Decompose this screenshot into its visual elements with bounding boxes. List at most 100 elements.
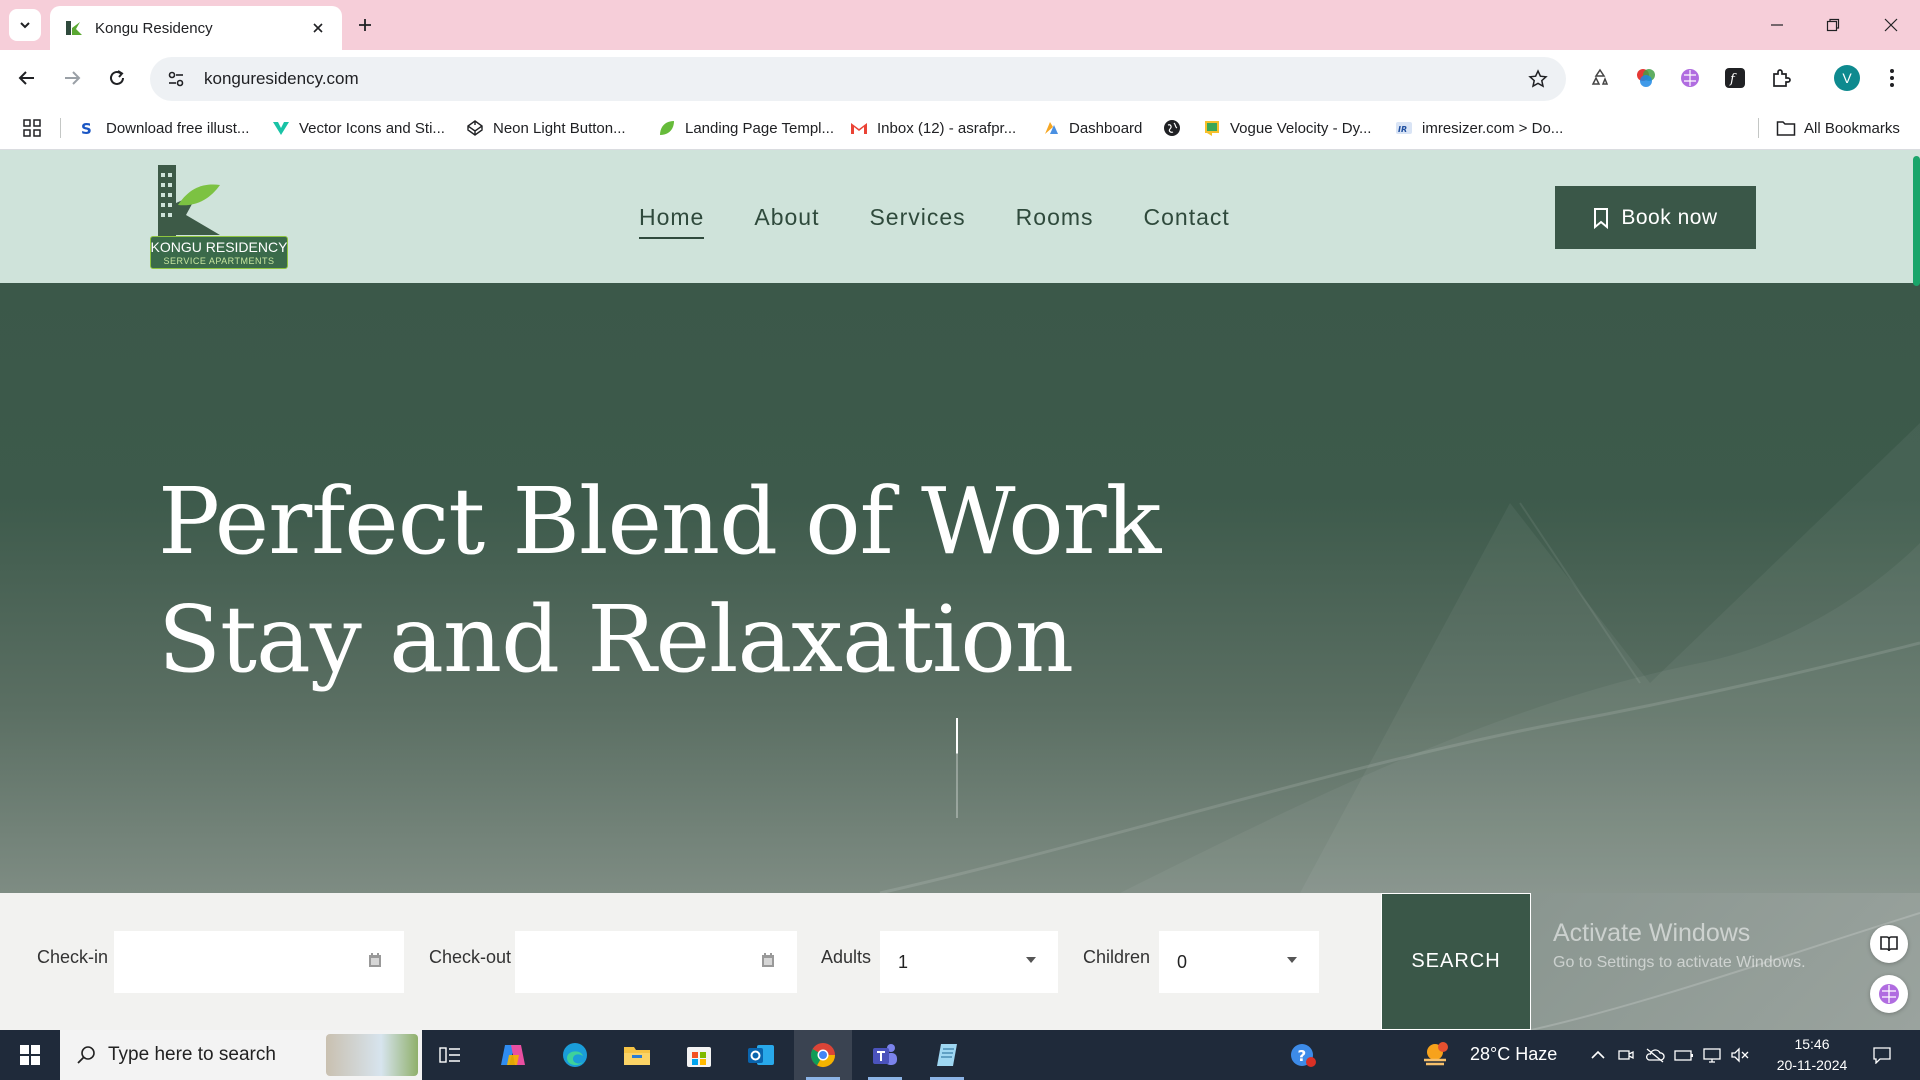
bookmark-label: Dashboard <box>1069 119 1143 137</box>
tray-meet[interactable] <box>1614 1030 1638 1080</box>
address-bar[interactable]: konguresidency.com <box>150 57 1566 101</box>
tab-title: Kongu Residency <box>95 19 213 37</box>
profile-avatar[interactable]: V <box>1834 65 1860 91</box>
windows-logo-icon <box>20 1045 40 1065</box>
taskbar-edge[interactable] <box>546 1030 604 1080</box>
book-now-button[interactable]: Book now <box>1555 186 1756 249</box>
task-view-button[interactable] <box>421 1030 479 1080</box>
nav-contact[interactable]: Contact <box>1144 204 1230 239</box>
taskbar-outlook[interactable] <box>732 1030 790 1080</box>
main-nav: Home About Services Rooms Contact <box>639 204 1230 239</box>
reader-mode-button[interactable] <box>1870 925 1908 963</box>
children-select[interactable]: 0 <box>1159 931 1319 993</box>
bookmark-item[interactable]: Inbox (12) - asrafpr... <box>849 115 1016 141</box>
start-button[interactable] <box>0 1030 60 1080</box>
taskbar-search-box[interactable]: Type here to search <box>60 1030 422 1080</box>
cloud-off-icon <box>1645 1047 1665 1063</box>
bookmark-item[interactable]: IR imresizer.com > Do... <box>1394 115 1563 141</box>
nav-about[interactable]: About <box>754 204 819 239</box>
search-icon <box>76 1045 96 1065</box>
site-favicon-icon <box>64 18 84 38</box>
site-logo[interactable]: KONGU RESIDENCY SERVICE APARTMENTS <box>150 163 288 271</box>
browser-tabstrip: Kongu Residency <box>0 0 1920 50</box>
taskbar-notepad[interactable] <box>918 1030 976 1080</box>
puzzle-icon <box>1770 67 1792 89</box>
folder-icon <box>623 1043 651 1067</box>
taskbar-teams[interactable] <box>856 1030 914 1080</box>
color-wheel-icon <box>1635 67 1657 89</box>
brain-icon <box>1679 67 1701 89</box>
new-tab-button[interactable] <box>352 12 378 38</box>
checkin-field[interactable] <box>114 931 404 993</box>
logo-tagline: SERVICE APARTMENTS <box>163 256 275 266</box>
help-button[interactable]: ? <box>1274 1030 1332 1080</box>
recycle-icon <box>1589 67 1611 89</box>
tray-battery[interactable] <box>1672 1030 1696 1080</box>
taskbar-file-explorer[interactable] <box>608 1030 666 1080</box>
website-viewport: KONGU RESIDENCY SERVICE APARTMENTS Home … <box>0 150 1920 1030</box>
site-info-button[interactable] <box>158 61 194 97</box>
notifications-button[interactable] <box>1858 1030 1906 1080</box>
back-button[interactable] <box>10 61 44 95</box>
bookmark-item[interactable] <box>1162 115 1190 141</box>
taskbar-store[interactable] <box>670 1030 728 1080</box>
brain-icon <box>1877 982 1901 1006</box>
browser-tab[interactable]: Kongu Residency <box>50 6 342 50</box>
book-icon <box>1879 935 1899 953</box>
extensions-button[interactable] <box>1767 64 1795 92</box>
minimize-button[interactable] <box>1762 10 1792 40</box>
nav-rooms[interactable]: Rooms <box>1016 204 1094 239</box>
bookmark-star-button[interactable] <box>1520 61 1556 97</box>
extension-recycle[interactable] <box>1586 64 1614 92</box>
tray-overflow[interactable] <box>1586 1030 1610 1080</box>
bookmark-item[interactable]: S Download free illust... <box>78 115 249 141</box>
all-bookmarks-label: All Bookmarks <box>1804 119 1900 137</box>
children-value: 0 <box>1177 951 1188 972</box>
bookmark-item[interactable]: Vogue Velocity - Dy... <box>1202 115 1371 141</box>
all-bookmarks-button[interactable]: All Bookmarks <box>1776 115 1900 141</box>
bookmark-item[interactable]: Neon Light Button... <box>465 115 626 141</box>
restore-icon <box>1826 18 1840 32</box>
checkout-field[interactable] <box>515 931 797 993</box>
close-window-button[interactable] <box>1876 10 1906 40</box>
forward-button[interactable] <box>55 61 89 95</box>
search-button[interactable]: SEARCH <box>1381 893 1531 1030</box>
nav-services[interactable]: Services <box>869 204 965 239</box>
tray-volume[interactable] <box>1728 1030 1752 1080</box>
bookmark-item[interactable]: Landing Page Templ... <box>657 115 834 141</box>
bookmark-icon <box>1593 207 1609 229</box>
logo-name: KONGU RESIDENCY <box>150 239 288 255</box>
activate-subtitle: Go to Settings to activate Windows. <box>1553 954 1806 971</box>
restore-button[interactable] <box>1818 10 1848 40</box>
adults-select[interactable]: 1 <box>880 931 1058 993</box>
hero-title: Perfect Blend of Work Stay and Relaxatio… <box>158 463 1161 699</box>
reload-button[interactable] <box>100 61 134 95</box>
extension-brain[interactable] <box>1676 64 1704 92</box>
taskbar-clock[interactable]: 15:46 20-11-2024 <box>1776 1034 1848 1076</box>
tab-search-button[interactable] <box>9 9 41 41</box>
extension-color[interactable] <box>1632 64 1660 92</box>
globe-icon <box>1162 118 1182 138</box>
nav-home[interactable]: Home <box>639 204 705 239</box>
svg-text:?: ? <box>1298 1047 1307 1065</box>
weather-text[interactable]: 28°C Haze <box>1470 1044 1557 1065</box>
leaf-icon <box>657 118 677 138</box>
bookmark-label: Vogue Velocity - Dy... <box>1230 119 1372 137</box>
close-icon[interactable] <box>308 18 328 38</box>
browser-menu-button[interactable] <box>1878 64 1906 92</box>
weather-widget[interactable] <box>1414 1030 1458 1080</box>
tray-network[interactable] <box>1700 1030 1724 1080</box>
extension-font[interactable]: f <box>1721 64 1749 92</box>
apps-button[interactable] <box>20 116 44 140</box>
bookmark-item[interactable]: Vector Icons and Sti... <box>271 115 445 141</box>
clock-date: 20-11-2024 <box>1776 1057 1848 1073</box>
windows-taskbar: Type here to search ? 28°C Haze 15:46 20… <box>0 1030 1920 1080</box>
taskbar-copilot[interactable] <box>484 1030 542 1080</box>
page-scrollbar-thumb[interactable] <box>1913 156 1920 286</box>
bookmark-item[interactable]: Dashboard <box>1041 115 1142 141</box>
taskbar-chrome[interactable] <box>794 1030 852 1080</box>
tray-onedrive[interactable] <box>1642 1030 1668 1080</box>
storyset-icon: S <box>78 118 98 138</box>
vector-icon <box>271 118 291 138</box>
ai-assistant-button[interactable] <box>1870 975 1908 1013</box>
